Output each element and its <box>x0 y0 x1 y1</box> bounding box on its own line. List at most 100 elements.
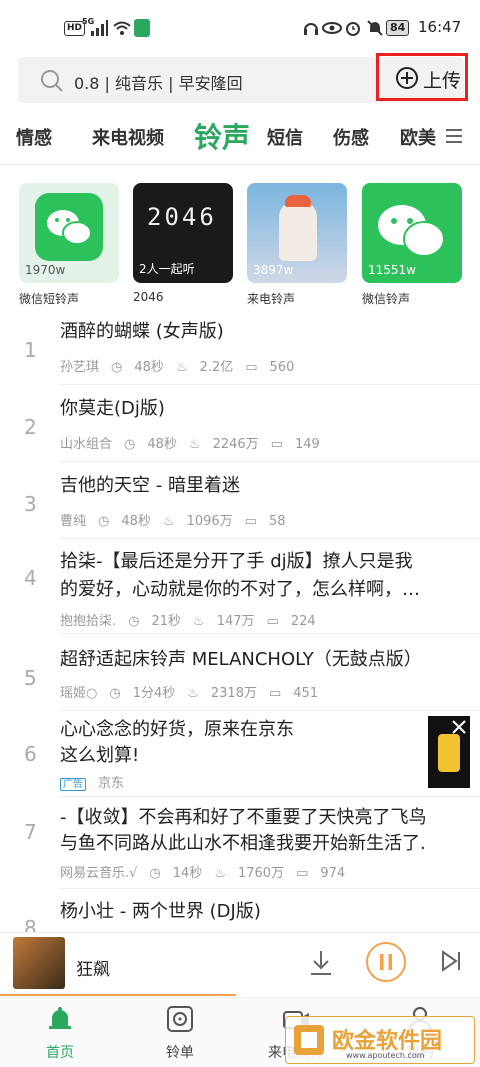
menu-icon[interactable] <box>444 126 464 146</box>
avatar <box>285 195 311 207</box>
song-artist: 抱抱拾柒. <box>60 614 117 629</box>
mini-player[interactable]: 狂飙 <box>0 932 480 996</box>
playback-progress <box>0 994 236 996</box>
album-art-text: 2046 <box>147 203 217 231</box>
tab-ringtone[interactable]: 铃声 <box>194 116 250 156</box>
song-artist: 孙艺琪 <box>60 360 100 375</box>
song-title-line2: 的爱好，心动就是你的不对了，怎么样啊，… <box>60 579 420 600</box>
divider <box>60 538 480 539</box>
play-count: 3897w <box>253 263 294 277</box>
search-placeholder: 0.8 | 纯音乐 | 早安隆回 <box>74 74 243 93</box>
song-comments: 149 <box>294 437 320 452</box>
song-comments: 451 <box>293 686 319 701</box>
song-title: 吉他的天空 - 暗里着迷 <box>60 475 240 496</box>
song-artist: 曹纯 <box>60 514 87 529</box>
comment-icon: ▭ <box>268 686 282 701</box>
comment-icon: ▭ <box>266 614 279 629</box>
divider <box>60 710 480 711</box>
featured-card-2046[interactable]: 2046 2人一起听 <box>133 183 233 283</box>
comment-icon: ▭ <box>270 437 283 452</box>
featured-card-call-ringtone[interactable]: 3897w <box>247 183 347 283</box>
ad-headline-line1: 心心念念的好货，原来在京东 <box>60 719 294 740</box>
song-plays: 1096万 <box>186 514 233 529</box>
song-row[interactable]: 2 你莫走(Dj版) 山水组合 ◷ 48秒 ♨ 2246万 ▭ 149 <box>0 393 480 463</box>
featured-caption: 微信铃声 <box>362 292 411 306</box>
category-tabs: 情感 来电视频 铃声 短信 伤感 欧美 <box>0 110 480 162</box>
featured-card-wechat[interactable]: 11551w <box>362 183 462 283</box>
fire-icon: ♨ <box>214 866 226 881</box>
nav-label: 首页 <box>46 1045 74 1061</box>
clock-icon: ◷ <box>111 360 123 375</box>
nav-label: 铃单 <box>166 1045 194 1061</box>
pause-icon[interactable] <box>365 941 407 983</box>
featured-card-wechat-short[interactable]: 1970w <box>19 183 119 283</box>
download-icon[interactable] <box>308 949 334 977</box>
watermark-logo-icon <box>294 1025 324 1055</box>
mute-icon <box>367 20 383 36</box>
now-playing-title: 狂飙 <box>76 960 110 980</box>
song-title: 杨小壮 - 两个世界 (DJ版) <box>60 901 261 922</box>
tab-call-video[interactable]: 来电视频 <box>92 124 164 150</box>
fire-icon: ♨ <box>193 614 205 629</box>
search-icon <box>41 70 63 92</box>
nav-ringlist[interactable]: 铃单 <box>140 1004 220 1062</box>
comment-icon: ▭ <box>245 360 258 375</box>
comment-icon: ▭ <box>244 514 257 529</box>
ad-rank: 6 <box>24 742 37 766</box>
featured-caption: 2046 <box>133 290 164 304</box>
featured-caption: 微信短铃声 <box>19 292 80 306</box>
upload-label: 上传 <box>423 70 462 92</box>
song-plays: 2246万 <box>212 437 259 452</box>
avatar <box>279 201 317 261</box>
listening-count: 2人一起听 <box>139 262 195 276</box>
headphones-icon <box>304 23 318 35</box>
battery-indicator: 84 <box>386 20 410 36</box>
comment-icon: ▭ <box>296 866 309 881</box>
tab-emotion[interactable]: 情感 <box>16 124 52 150</box>
song-rank: 8 <box>24 916 37 932</box>
fire-icon: ♨ <box>188 437 201 452</box>
clock-icon: ◷ <box>128 614 140 629</box>
ad-source: 京东 <box>98 776 125 791</box>
play-count: 1970w <box>25 263 66 277</box>
album-cover[interactable] <box>13 937 65 989</box>
song-row[interactable]: 5 超舒适起床铃声 MELANCHOLY（无鼓点版） 瑶姬○ ◷ 1分4秒 ♨ 2318… <box>0 644 480 714</box>
song-artist: 山水组合 <box>60 437 113 452</box>
alarm-icon <box>346 22 360 36</box>
tab-sms[interactable]: 短信 <box>267 124 303 150</box>
song-plays: 2318万 <box>210 686 257 701</box>
fire-icon: ♨ <box>162 514 175 529</box>
divider <box>60 796 480 797</box>
song-artist: 瑶姬○ <box>60 686 98 701</box>
next-track-icon[interactable] <box>440 949 462 973</box>
signal-icon <box>91 20 108 36</box>
song-row[interactable]: 1 酒醉的蝴蝶 (女声版) 孙艺琪 ◷ 48秒 ♨ 2.2亿 ▭ 560 <box>0 316 480 386</box>
wechat-logo-icon <box>35 193 103 261</box>
fire-icon: ♨ <box>187 686 199 701</box>
tab-western[interactable]: 欧美 <box>400 124 442 150</box>
divider <box>60 384 480 385</box>
status-bar: HD 5G 84 16:47 <box>0 0 480 56</box>
ad-badge: 广告 <box>60 778 86 791</box>
ad-row[interactable]: 6 心心念念的好货，原来在京东 这么划算! 广告 京东 <box>0 716 480 794</box>
tab-sad[interactable]: 伤感 <box>333 124 369 150</box>
song-comments: 224 <box>290 614 316 629</box>
nav-home[interactable]: 首页 <box>20 1004 100 1062</box>
song-row[interactable]: 8 杨小壮 - 两个世界 (DJ版) <box>0 896 480 932</box>
song-row[interactable]: 4 拾柒-【最后还是分开了手 dj版】撩人只是我 的爱好，心动就是你的不对了，怎… <box>0 548 480 640</box>
song-row[interactable]: 7 -【收敛】不会再和好了不重要了天快亮了飞鸟 与鱼不同路从此山水不相逢我要开始… <box>0 804 480 888</box>
bell-icon <box>49 1007 71 1029</box>
close-icon[interactable] <box>450 718 468 736</box>
song-rank: 3 <box>24 492 37 516</box>
clock-icon: ◷ <box>98 514 110 529</box>
song-row[interactable]: 3 吉他的天空 - 暗里着迷 曹纯 ◷ 48秒 ♨ 1096万 ▭ 58 <box>0 470 480 540</box>
upload-button[interactable]: 上传 <box>376 53 468 101</box>
song-title: 你莫走(Dj版) <box>60 398 165 419</box>
disc-icon <box>167 1006 193 1032</box>
song-title-line1: -【收敛】不会再和好了不重要了天快亮了飞鸟 <box>60 807 427 828</box>
song-rank: 2 <box>24 415 37 439</box>
wifi-icon <box>113 21 131 35</box>
add-circle-icon <box>396 67 418 89</box>
song-title: 超舒适起床铃声 MELANCHOLY（无鼓点版） <box>60 649 422 670</box>
song-plays: 1760万 <box>237 866 285 881</box>
